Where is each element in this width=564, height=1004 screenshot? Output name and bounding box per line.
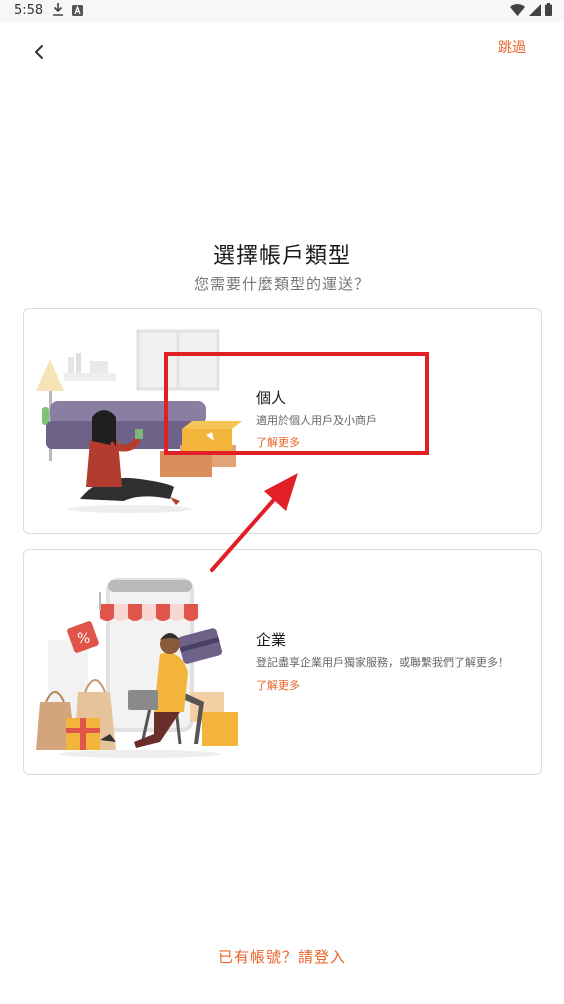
business-card-description: 登記盡享企業用戶獨家服務，或聯繫我們了解更多！: [256, 656, 509, 669]
back-arrow-icon[interactable]: [26, 38, 54, 66]
business-illustration: %: [36, 578, 238, 758]
page-title: 選擇帳戶類型: [212, 244, 351, 269]
status-time: 5:58: [14, 3, 44, 18]
personal-card-description: 適用於個人用戶及小商戶: [256, 414, 377, 427]
signal-icon: [529, 3, 541, 16]
business-account-card[interactable]: % 企業 登記盡享企業用戶獨家服務，或聯繫我們了解更多！ 了解更多: [23, 549, 542, 775]
svg-text:%: %: [77, 631, 90, 647]
app-notification-icon: [72, 5, 83, 16]
personal-illustration: [36, 329, 242, 513]
page-subtitle: 您需要什麼類型的運送？: [193, 275, 370, 293]
login-link[interactable]: 已有帳號？請登入: [0, 946, 564, 967]
business-learn-more-link[interactable]: 了解更多: [256, 677, 300, 693]
skip-button[interactable]: 跳過: [498, 37, 526, 57]
download-icon: [53, 3, 63, 16]
business-card-title: 企業: [256, 631, 287, 649]
wifi-icon: [510, 3, 525, 16]
personal-card-title: 個人: [256, 389, 287, 407]
personal-learn-more-link[interactable]: 了解更多: [256, 434, 300, 450]
status-icons: [510, 3, 552, 16]
battery-icon: [545, 3, 552, 16]
status-bar: 5:58: [0, 0, 564, 22]
personal-account-card[interactable]: 個人 適用於個人用戶及小商戶 了解更多: [23, 308, 542, 534]
